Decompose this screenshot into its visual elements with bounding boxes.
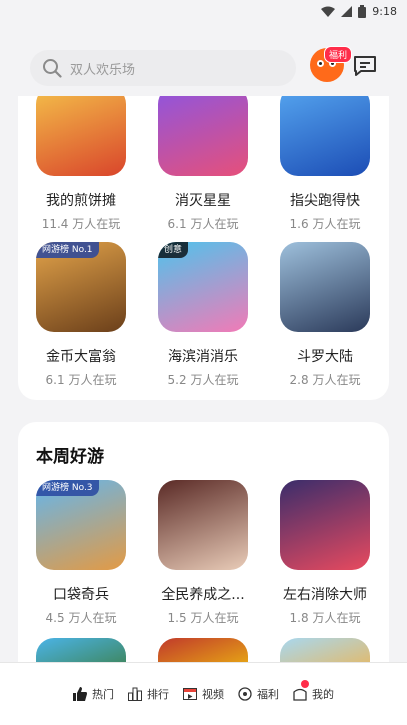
game-tile[interactable]: 左右消除大师 1.8 万人在玩 xyxy=(270,480,380,626)
search-placeholder: 双人欢乐场 xyxy=(70,62,136,78)
nav-ranking[interactable]: 排行 xyxy=(128,686,169,702)
wifi-icon xyxy=(321,6,336,17)
nav-video[interactable]: 视频 xyxy=(183,686,224,702)
profile-icon xyxy=(293,688,307,701)
gift-icon xyxy=(238,687,252,701)
game-players: 1.5 万人在玩 xyxy=(167,611,239,625)
game-name: 口袋奇兵 xyxy=(53,587,109,603)
game-players: 1.8 万人在玩 xyxy=(289,611,361,625)
nav-label: 排行 xyxy=(147,688,169,701)
game-icon xyxy=(36,86,126,176)
bottom-navigation: 热门 排行 视频 福利 我的 xyxy=(0,662,407,725)
game-players: 2.8 万人在玩 xyxy=(289,373,361,387)
game-tile[interactable]: 斗罗大陆 2.8 万人在玩 xyxy=(270,242,380,388)
creative-tag: 创意 xyxy=(158,242,189,258)
game-icon xyxy=(280,480,370,570)
game-name: 金币大富翁 xyxy=(46,349,116,365)
rank-tag: 网游榜 No.3 xyxy=(36,480,99,496)
game-tile[interactable]: 网游榜 No.1 金币大富翁 6.1 万人在玩 xyxy=(26,242,136,388)
search-input[interactable]: 双人欢乐场 xyxy=(30,50,296,86)
game-icon: 网游榜 No.3 xyxy=(36,480,126,570)
thumbs-up-icon xyxy=(73,687,87,701)
game-name: 海滨消消乐 xyxy=(168,349,238,365)
video-icon xyxy=(183,688,197,700)
game-players: 6.1 万人在玩 xyxy=(45,373,117,387)
game-icon xyxy=(158,86,248,176)
game-tile[interactable]: 我的煎饼摊 11.4 万人在玩 xyxy=(26,86,136,232)
status-bar: 9:18 xyxy=(0,0,407,22)
top-header: 双人欢乐场 福利 xyxy=(0,40,407,96)
nav-welfare[interactable]: 福利 xyxy=(238,686,279,702)
nav-label: 我的 xyxy=(312,688,334,701)
game-icon xyxy=(280,242,370,332)
game-players: 6.1 万人在玩 xyxy=(167,217,239,231)
game-players: 11.4 万人在玩 xyxy=(41,217,121,231)
game-name: 我的煎饼摊 xyxy=(46,193,116,209)
game-icon: 网游榜 No.1 xyxy=(36,242,126,332)
nav-label: 福利 xyxy=(257,688,279,701)
nav-hot[interactable]: 热门 xyxy=(73,686,114,702)
game-tile[interactable]: 消灭星星 6.1 万人在玩 xyxy=(148,86,258,232)
notification-dot xyxy=(301,680,309,688)
section-title: 本周好游 xyxy=(36,447,104,467)
game-name: 斗罗大陆 xyxy=(297,349,353,365)
game-icon xyxy=(158,480,248,570)
clock: 9:18 xyxy=(372,4,397,18)
game-players: 5.2 万人在玩 xyxy=(167,373,239,387)
battery-icon xyxy=(358,4,367,18)
game-tile[interactable]: 创意 海滨消消乐 5.2 万人在玩 xyxy=(148,242,258,388)
welfare-badge: 福利 xyxy=(324,46,353,63)
game-players: 1.6 万人在玩 xyxy=(289,217,361,231)
nav-label: 热门 xyxy=(92,688,114,701)
game-icon: 创意 xyxy=(158,242,248,332)
recommended-games-card: 我的煎饼摊 11.4 万人在玩 消灭星星 6.1 万人在玩 指尖跑得快 1.6 … xyxy=(18,86,389,400)
game-icon xyxy=(280,86,370,176)
rank-tag: 网游榜 No.1 xyxy=(36,242,99,258)
game-tile[interactable]: 指尖跑得快 1.6 万人在玩 xyxy=(270,86,380,232)
weekly-games-card: 本周好游 网游榜 No.3 口袋奇兵 4.5 万人在玩 全民养成之... 1.5… xyxy=(18,422,389,682)
game-tile[interactable]: 全民养成之... 1.5 万人在玩 xyxy=(148,480,258,626)
game-name: 指尖跑得快 xyxy=(290,193,360,209)
game-players: 4.5 万人在玩 xyxy=(45,611,117,625)
message-icon[interactable] xyxy=(352,54,378,78)
signal-icon xyxy=(341,5,353,17)
game-name: 全民养成之... xyxy=(161,587,245,603)
game-tile[interactable]: 网游榜 No.3 口袋奇兵 4.5 万人在玩 xyxy=(26,480,136,626)
search-icon xyxy=(43,59,62,78)
nav-profile[interactable]: 我的 xyxy=(293,680,334,702)
mascot-eye-icon xyxy=(317,60,324,67)
ranking-icon xyxy=(128,687,142,701)
game-name: 左右消除大师 xyxy=(283,587,367,603)
game-name: 消灭星星 xyxy=(175,193,231,209)
nav-label: 视频 xyxy=(202,688,224,701)
